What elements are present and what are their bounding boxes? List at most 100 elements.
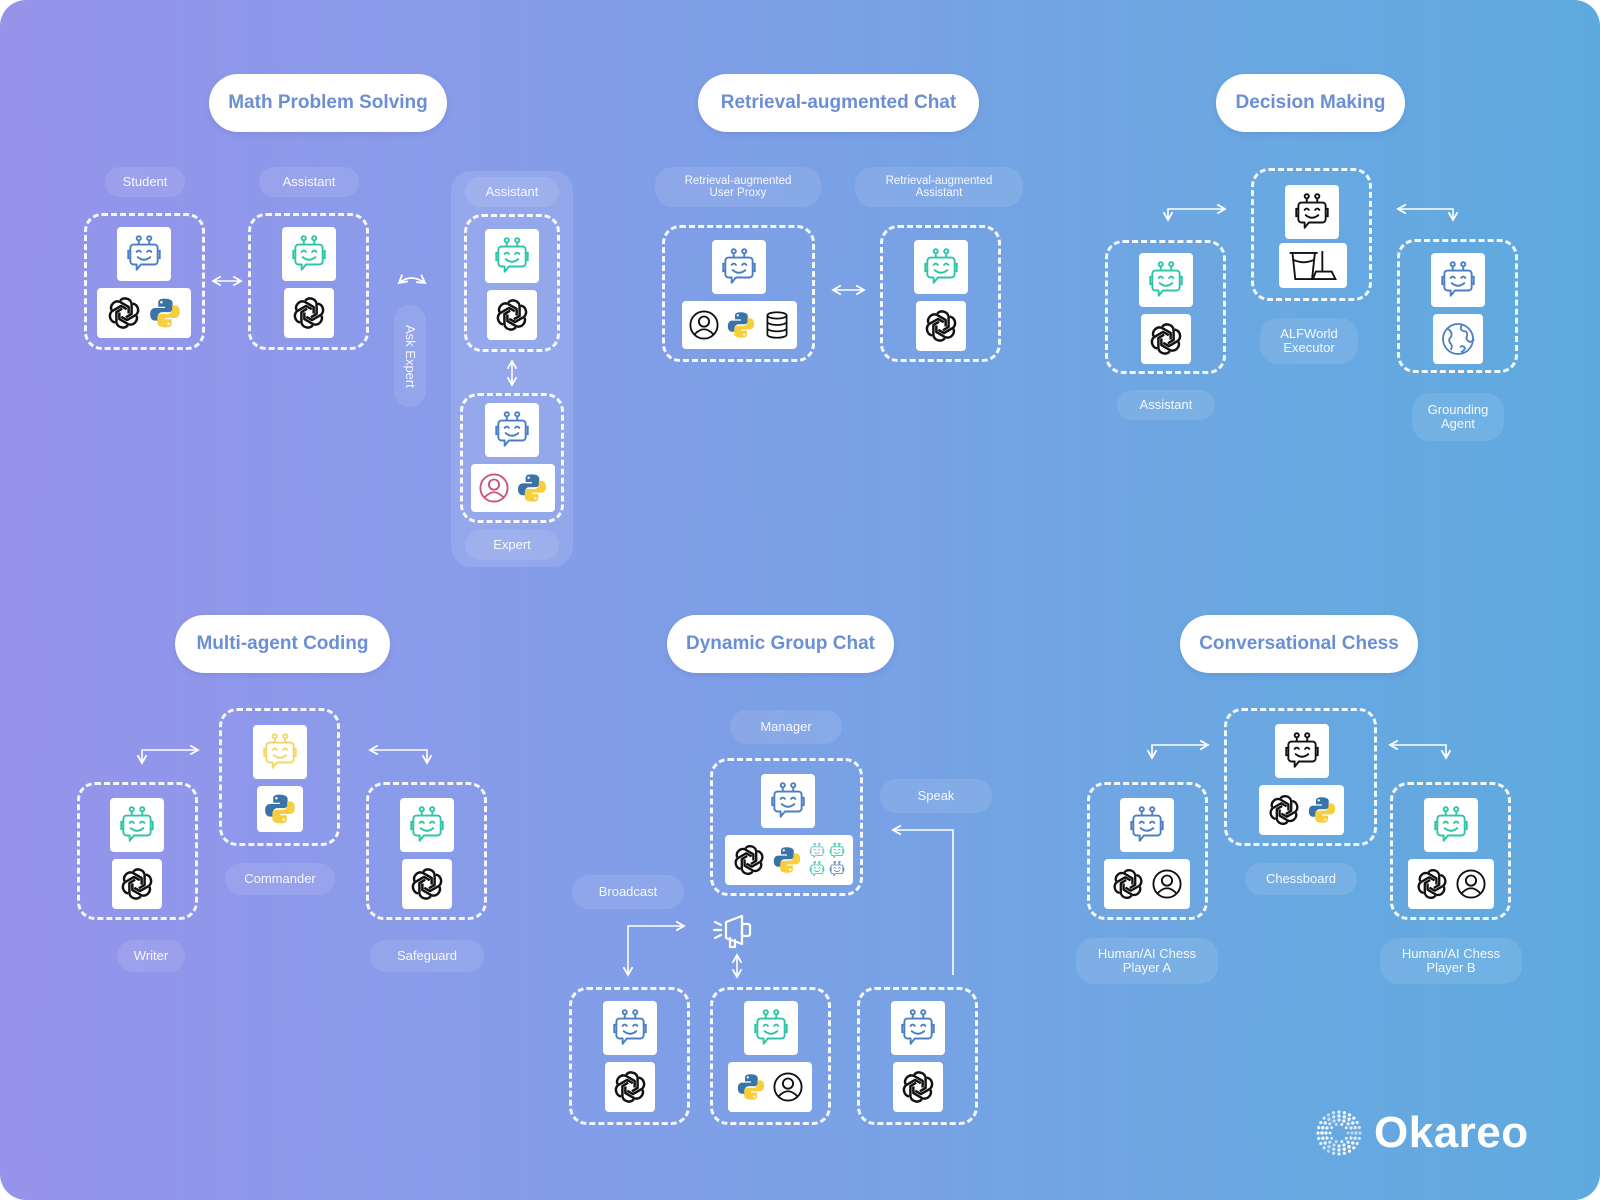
tools-tile (97, 288, 191, 338)
agent-decision-assistant[interactable] (1105, 240, 1226, 374)
logo-dot (1346, 1140, 1350, 1144)
agent-writer[interactable] (77, 782, 198, 920)
agent-group-member-3[interactable] (857, 987, 978, 1125)
logo-dot (1327, 1145, 1331, 1149)
agent-alfworld-executor[interactable] (1251, 168, 1372, 301)
logo-dot (1332, 1119, 1336, 1123)
agents-group-icon (807, 841, 847, 879)
section-title-decision: Decision Making (1216, 74, 1405, 132)
section-title-chess: Conversational Chess (1180, 615, 1418, 673)
agent-expert[interactable] (460, 393, 564, 523)
agent-commander[interactable] (219, 708, 340, 846)
logo-dot (1340, 1123, 1344, 1126)
agent-assistant[interactable] (248, 213, 369, 350)
agent-chessboard[interactable] (1224, 708, 1377, 846)
robot-icon-tile (914, 240, 968, 294)
brand-logo: Okareo (1316, 1108, 1529, 1158)
logo-dot (1347, 1113, 1352, 1117)
tools-tile (284, 288, 334, 338)
logo-dot (1326, 1113, 1331, 1117)
logo-dot (1330, 1126, 1334, 1130)
robot-icon (123, 233, 165, 275)
tools-tile (257, 786, 303, 832)
logo-dot (1350, 1131, 1354, 1135)
agent-expert-assistant[interactable] (464, 214, 560, 352)
arrow-broadcast (622, 920, 686, 977)
openai-icon (611, 1068, 649, 1106)
brand-name: Okareo (1374, 1108, 1529, 1157)
arrow-commander-safeguard (368, 744, 433, 765)
logo-dot (1342, 1111, 1347, 1115)
openai-icon (731, 842, 767, 878)
robot-icon (491, 409, 533, 451)
robot-icon-tile (744, 1001, 798, 1055)
openai-icon (290, 294, 328, 332)
logo-dot (1331, 1151, 1336, 1155)
robot-icon-tile (712, 240, 766, 294)
logo-dot (1328, 1122, 1332, 1126)
robot-icon (491, 235, 533, 277)
label-assistant: Assistant (259, 167, 359, 197)
label-manager: Manager (730, 710, 842, 744)
tools-tile (1279, 243, 1347, 288)
logo-dot (1334, 1123, 1338, 1126)
openai-icon (408, 865, 446, 903)
openai-icon (922, 307, 960, 345)
logo-dot (1353, 1126, 1357, 1130)
agent-rag-user-proxy[interactable] (662, 225, 815, 362)
agent-rag-assistant[interactable] (880, 225, 1001, 362)
logo-dot (1355, 1120, 1359, 1125)
agent-safeguard[interactable] (366, 782, 487, 920)
tools-tile (402, 859, 452, 909)
label-broadcast: Broadcast (572, 875, 684, 909)
python-icon (515, 471, 549, 505)
robot-icon (920, 246, 962, 288)
agent-student[interactable] (84, 213, 205, 350)
robot-icon (750, 1007, 792, 1049)
openai-icon (493, 296, 531, 334)
python-icon (147, 295, 183, 331)
logo-dot (1323, 1121, 1327, 1125)
agent-chess-player-a[interactable] (1087, 782, 1208, 920)
arrow-ask-expert-curve (397, 274, 427, 285)
robot-icon-tile (1120, 798, 1174, 852)
agent-grounding[interactable] (1397, 239, 1518, 373)
label-rag-user-proxy: Retrieval-augmented User Proxy (655, 167, 821, 207)
logo-dot (1352, 1146, 1356, 1150)
logo-dot (1357, 1125, 1361, 1130)
label-commander: Commander (225, 863, 335, 895)
robot-icon (406, 804, 448, 846)
robot-icon-tile (603, 1001, 657, 1055)
logo-dot (1337, 1110, 1341, 1114)
logo-dot (1327, 1117, 1331, 1121)
robot-icon-tile (282, 227, 336, 281)
user-icon (687, 308, 721, 342)
logo-dot (1323, 1141, 1327, 1145)
agent-group-member-2[interactable] (710, 987, 831, 1125)
label-safeguard: Safeguard (370, 940, 484, 972)
agent-manager[interactable] (710, 758, 863, 896)
logo-dot (1328, 1131, 1332, 1135)
globe-icon (1438, 319, 1478, 359)
logo-dot (1328, 1140, 1332, 1144)
section-title-group: Dynamic Group Chat (667, 615, 894, 673)
bucket-mop-icon (1285, 247, 1341, 285)
diagram-canvas: Math Problem Solving Student Assistant A… (0, 0, 1600, 1200)
robot-icon-tile (485, 229, 539, 283)
agent-group-member-1[interactable] (569, 987, 690, 1125)
label-chessboard: Chessboard (1245, 863, 1357, 895)
logo-dot (1325, 1136, 1329, 1140)
megaphone-icon (712, 912, 756, 952)
tools-tile (682, 301, 797, 349)
robot-icon (259, 731, 301, 773)
robot-icon (288, 233, 330, 275)
logo-dot (1317, 1136, 1321, 1141)
robot-icon-tile (1285, 185, 1339, 239)
tools-tile (893, 1062, 943, 1112)
robot-icon-tile (400, 798, 454, 852)
logo-dot (1357, 1136, 1361, 1141)
tools-tile (728, 1062, 812, 1112)
agent-chess-player-b[interactable] (1390, 782, 1511, 920)
label-writer: Writer (117, 940, 185, 972)
logo-dot (1322, 1116, 1326, 1120)
